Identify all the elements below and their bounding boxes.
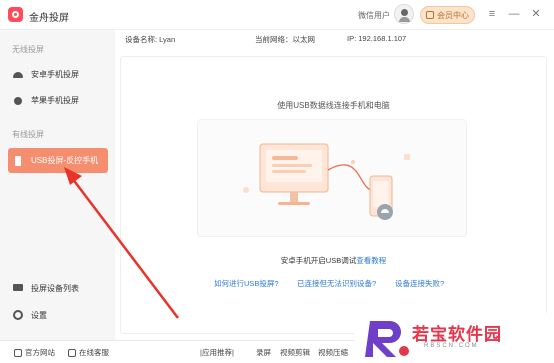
minimize-icon[interactable]: — <box>508 8 520 20</box>
app-title: 金舟投屏 <box>29 13 69 24</box>
screen-record-link[interactable]: 录屏 <box>256 347 271 358</box>
menu-icon[interactable]: ≡ <box>486 8 498 20</box>
main-panel: 使用USB数据线连接手机和电脑 安卓手机开启USB调试查看教程 如何进行USB投… <box>120 56 547 334</box>
sidebar-item-android[interactable]: 安卓手机投屏 <box>8 63 108 85</box>
usb-icon <box>13 155 23 166</box>
footer-label: 官方网站 <box>25 348 55 357</box>
app-logo-icon <box>8 7 23 22</box>
device-name: 设备名称: Lyan <box>125 35 176 44</box>
android-icon <box>13 69 23 79</box>
watermark-subtext: RBSCN.COM <box>424 343 479 349</box>
hint-text: 安卓手机开启USB调试 <box>280 256 357 265</box>
home-icon <box>14 348 22 357</box>
view-tutorial-link[interactable]: 查看教程 <box>356 256 386 265</box>
unrecognized-device-link[interactable]: 已连接但无法识别设备? <box>297 278 376 289</box>
sidebar-item-device-list[interactable]: 投屏设备列表 <box>8 277 108 299</box>
vip-center-label: 会员中心 <box>437 10 469 20</box>
app-recommend-link[interactable]: |应用推荐| <box>200 347 234 358</box>
video-edit-link[interactable]: 视频剪辑 <box>280 347 310 358</box>
online-support-link[interactable]: 在线客服 <box>68 347 109 358</box>
apple-icon <box>13 95 23 105</box>
sidebar-item-label: 安卓手机投屏 <box>31 69 79 79</box>
sidebar-item-usb[interactable]: USB投屏-反控手机 <box>8 148 108 173</box>
crown-icon <box>426 11 434 19</box>
network-status: 当前网络：以太网 <box>255 35 315 44</box>
footer-label: 在线客服 <box>79 348 109 357</box>
usb-connection-illustration <box>197 119 467 237</box>
sidebar-item-settings[interactable]: 设置 <box>8 304 108 326</box>
sidebar-item-label: USB投屏-反控手机 <box>31 156 99 165</box>
sidebar-item-apple[interactable]: 苹果手机投屏 <box>8 89 108 111</box>
connection-failed-link[interactable]: 设备连接失败? <box>395 278 444 289</box>
sidebar-item-label: 苹果手机投屏 <box>31 95 79 105</box>
watermark-logo-icon <box>365 321 409 357</box>
avatar[interactable] <box>394 4 414 24</box>
section-wireless: 无线投屏 <box>12 45 44 54</box>
title-bar: 金舟投屏 微信用户 会员中心 ≡ — ✕ <box>0 0 554 30</box>
monitor-icon <box>13 283 23 293</box>
video-compress-link[interactable]: 视频压缩 <box>318 347 348 358</box>
device-info-bar: 设备名称: Lyan 当前网络：以太网 IP: 192.168.1.107 <box>115 30 554 47</box>
user-name[interactable]: 微信用户 <box>358 10 390 21</box>
sidebar-item-label: 设置 <box>31 310 47 320</box>
close-icon[interactable]: ✕ <box>530 8 542 20</box>
usb-debug-hint: 安卓手机开启USB调试查看教程 <box>121 255 546 266</box>
watermark: 若宝软件园 RBSCN.COM <box>354 313 554 363</box>
section-wired: 有线投屏 <box>12 130 44 139</box>
watermark-text: 若宝软件园 <box>412 325 502 344</box>
ip-address: IP: 192.168.1.107 <box>347 34 407 43</box>
page-title: 使用USB数据线连接手机和电脑 <box>277 101 390 110</box>
sidebar-item-label: 投屏设备列表 <box>31 283 79 293</box>
sidebar: 无线投屏 安卓手机投屏 苹果手机投屏 有线投屏 USB投屏-反控手机 投屏设备列… <box>0 30 115 363</box>
pc-phone-illustration <box>243 143 410 220</box>
headset-icon <box>68 348 76 357</box>
vip-center-button[interactable]: 会员中心 <box>420 6 475 24</box>
gear-icon <box>13 310 23 320</box>
official-site-link[interactable]: 官方网站 <box>14 347 55 358</box>
usb-help-link[interactable]: 如何进行USB投屏? <box>214 278 279 289</box>
